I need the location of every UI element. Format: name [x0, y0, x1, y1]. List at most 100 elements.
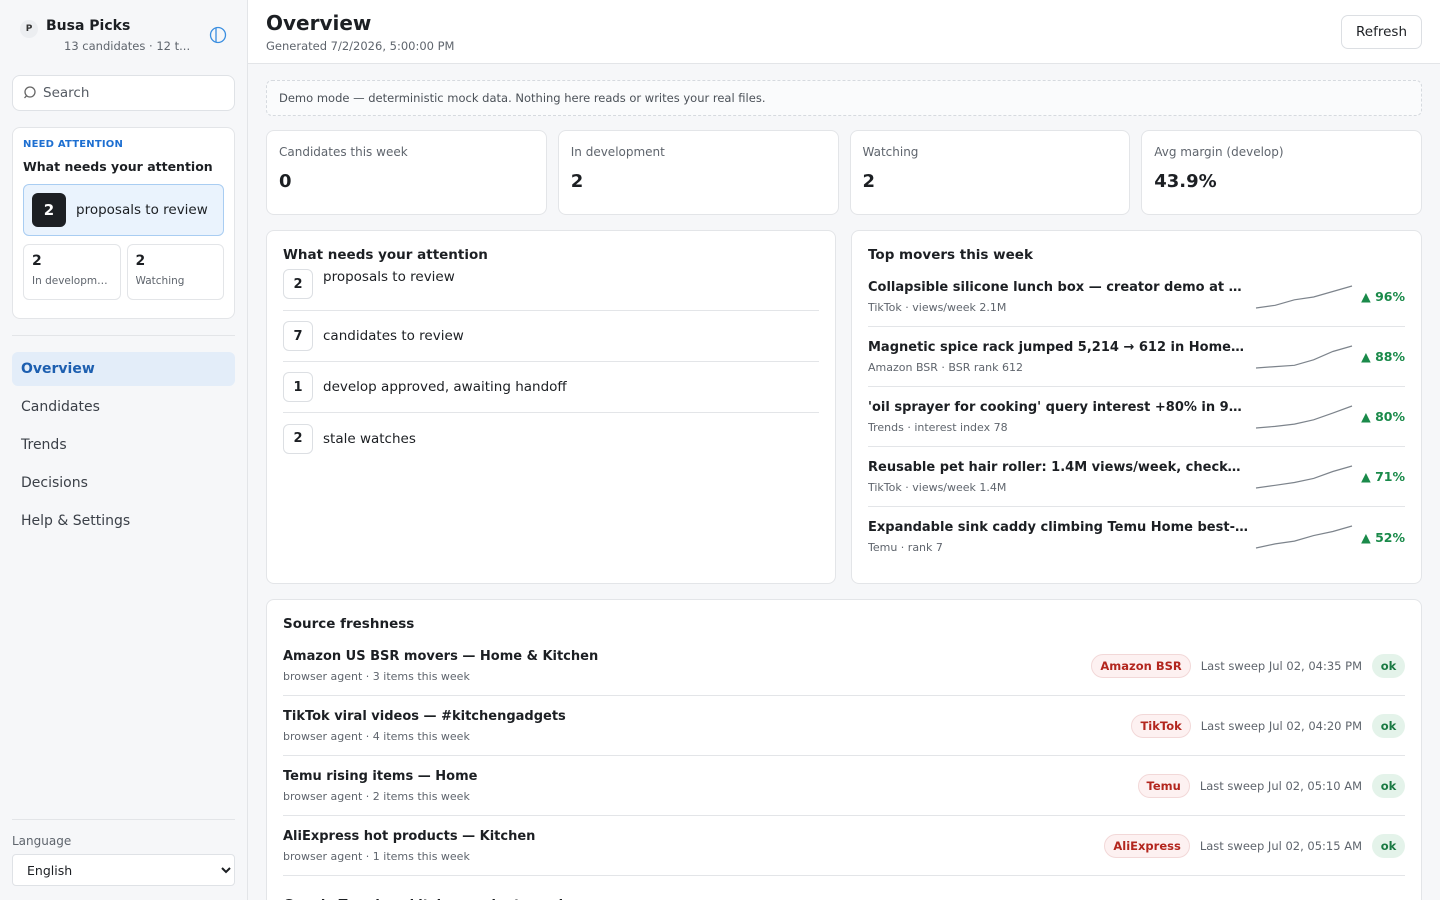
freshness-text: Temu rising items — Home browser agent · …	[283, 769, 477, 803]
source-name: Amazon US BSR movers — Home & Kitchen	[283, 648, 599, 664]
mover-meta: TikTok · views/week 1.4M	[868, 480, 1007, 494]
last-sweep: Last sweep Jul 02, 05:15 AM	[1199, 838, 1362, 853]
freshness-row: Google Trends — kitchen gadget queries	[283, 876, 1405, 900]
sparkline	[1255, 344, 1353, 369]
mover-meta: Temu · rank 7	[868, 541, 943, 554]
demo-mode-banner: Demo mode — deterministic mock data. Not…	[266, 80, 1422, 116]
divider	[12, 335, 235, 336]
source-name: AliExpress hot products — Kitchen	[283, 828, 536, 844]
language-block: Language English	[12, 819, 235, 886]
attention-proposals-button[interactable]: 2 proposals to review	[23, 184, 224, 236]
sparkline	[1255, 404, 1353, 429]
search-box[interactable]	[12, 75, 235, 111]
source-name: TikTok viral videos — #kitchengadgets	[283, 708, 566, 724]
divider	[12, 819, 235, 820]
freshness-right: TikTok Last sweep Jul 02, 04:20 PM ok	[1131, 713, 1405, 738]
title-block: Overview Generated 7/2/2026, 5:00:00 PM	[266, 11, 454, 53]
language-select[interactable]: English	[12, 854, 235, 886]
page-title: Overview	[266, 10, 372, 35]
kpi-label: In development	[570, 145, 665, 159]
mover-row[interactable]: Magnetic spice rack jumped 5,214 → 612 i…	[868, 327, 1405, 387]
attention-row[interactable]: 2 proposals to review	[283, 269, 819, 311]
attention-row[interactable]: 1 develop approved, awaiting handoff	[283, 362, 819, 413]
attention-row-label: candidates to review	[323, 328, 464, 344]
status-badge: ok	[1372, 653, 1405, 678]
freshness-right: Amazon BSR Last sweep Jul 02, 04:35 PM ok	[1091, 653, 1405, 678]
top-movers-panel: Top movers this week Collapsible silicon…	[851, 230, 1422, 584]
freshness-text: Amazon US BSR movers — Home & Kitchen bro…	[283, 649, 598, 683]
brand-avatar: P	[20, 20, 38, 38]
mover-row[interactable]: Expandable sink caddy climbing Temu Home…	[868, 507, 1405, 567]
attention-eyebrow: NEED ATTENTION	[23, 139, 124, 150]
kpi-label: Avg margin (develop)	[1154, 145, 1284, 159]
status-badge: ok	[1372, 833, 1405, 858]
mover-row[interactable]: Collapsible silicone lunch box — creator…	[868, 267, 1405, 327]
sparkline	[1255, 525, 1353, 549]
sparkline-path	[1255, 404, 1353, 429]
attention-row[interactable]: 7 candidates to review	[283, 311, 819, 362]
mini-count: 2	[32, 253, 42, 269]
source-meta: browser agent · 4 items this week	[283, 729, 470, 743]
main-area: Overview Generated 7/2/2026, 5:00:00 PM …	[248, 0, 1440, 900]
mover-text: 'oil sprayer for cooking' query interest…	[868, 400, 1248, 434]
source-meta: browser agent · 1 items this week	[283, 849, 470, 863]
source-name: Temu rising items — Home	[283, 768, 478, 784]
sidebar: P Busa Picks 13 candidates · 12 t... NEE…	[0, 0, 248, 900]
freshness-right: Temu Last sweep Jul 02, 05:10 AM ok	[1137, 773, 1405, 798]
refresh-button[interactable]: Refresh	[1341, 14, 1422, 49]
language-label: Language	[12, 834, 72, 848]
source-tag: TikTok	[1131, 713, 1191, 738]
mover-title: Reusable pet hair roller: 1.4M views/wee…	[868, 459, 1248, 475]
source-tag: Temu	[1137, 773, 1190, 798]
attention-row-label: stale watches	[323, 430, 416, 447]
brand-name: Busa Picks	[46, 18, 131, 34]
mover-row[interactable]: Reusable pet hair roller: 1.4M views/wee…	[868, 447, 1405, 507]
sparkline-path	[1255, 344, 1353, 369]
count-badge: 1	[283, 372, 313, 402]
brand-subtitle: 13 candidates · 12 t...	[64, 39, 191, 53]
freshness-list: Amazon US BSR movers — Home & Kitchen bro…	[283, 636, 1405, 900]
movers-list: Collapsible silicone lunch box — creator…	[868, 267, 1405, 567]
nav-item-trends[interactable]: Trends	[12, 428, 235, 462]
count-badge: 2	[32, 193, 66, 227]
mini-label: In development	[32, 275, 112, 287]
topbar: Overview Generated 7/2/2026, 5:00:00 PM …	[248, 0, 1440, 64]
nav-item-candidates[interactable]: Candidates	[12, 390, 235, 424]
nav-item-decisions[interactable]: Decisions	[12, 466, 235, 500]
kpi-card: Avg margin (develop) 43.9%	[1141, 130, 1422, 215]
generated-timestamp: Generated 7/2/2026, 5:00:00 PM	[266, 38, 455, 53]
mover-title: Magnetic spice rack jumped 5,214 → 612 i…	[868, 339, 1248, 355]
attention-mini-in-development[interactable]: 2 In development	[23, 244, 121, 300]
nav-item-help-settings[interactable]: Help & Settings	[12, 504, 235, 538]
mover-percent: ▲ 52%	[1361, 529, 1405, 545]
search-icon	[24, 86, 36, 99]
mover-title: Expandable sink caddy climbing Temu Home…	[868, 520, 1248, 535]
brand-header: P Busa Picks 13 candidates · 12 t...	[12, 12, 235, 70]
source-tag: Amazon BSR	[1091, 653, 1191, 678]
last-sweep: Last sweep Jul 02, 05:10 AM	[1199, 778, 1362, 793]
freshness-right: AliExpress Last sweep Jul 02, 05:15 AM ok	[1104, 833, 1405, 858]
freshness-row: Amazon US BSR movers — Home & Kitchen bro…	[283, 636, 1405, 696]
freshness-text: TikTok viral videos — #kitchengadgets bro…	[283, 709, 566, 743]
mover-percent: ▲ 88%	[1361, 349, 1405, 364]
attention-row[interactable]: 2 stale watches	[283, 413, 819, 464]
sidebar-attention-card: NEED ATTENTION What needs your attention…	[12, 127, 235, 319]
nav-item-overview[interactable]: Overview	[12, 352, 235, 386]
attention-list: 2 proposals to review 7 candidates to re…	[283, 269, 819, 464]
sparkline-path	[1255, 525, 1353, 549]
kpi-row: Candidates this week 0 In development 2 …	[266, 130, 1422, 215]
mover-meta: Trends · interest index 78	[868, 420, 1008, 434]
attention-row-label: proposals to review	[323, 269, 455, 285]
sidebar-toggle-icon[interactable]	[209, 26, 227, 44]
search-input[interactable]	[43, 85, 213, 101]
attention-mini-watching[interactable]: 2 Watching	[126, 244, 224, 300]
attention-panel: What needs your attention 2 proposals to…	[266, 230, 836, 584]
mover-row[interactable]: 'oil sprayer for cooking' query interest…	[868, 387, 1405, 447]
count-badge: 7	[283, 321, 313, 351]
panel-title: What needs your attention	[283, 247, 488, 263]
source-meta: browser agent · 2 items this week	[283, 789, 470, 803]
mover-text: Collapsible silicone lunch box — creator…	[868, 280, 1248, 314]
mover-percent: ▲ 71%	[1361, 469, 1405, 484]
mover-percent: ▲ 96%	[1361, 289, 1405, 304]
mini-label: Watching	[135, 275, 185, 287]
